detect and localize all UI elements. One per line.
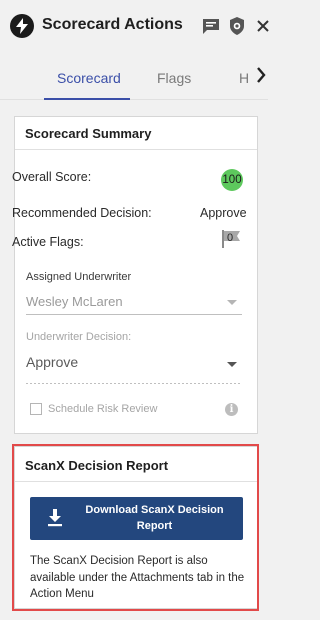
decision-label: Underwriter Decision: (26, 331, 132, 343)
decision-select[interactable]: Approve (26, 354, 78, 370)
underwriter-label: Assigned Underwriter (26, 271, 132, 283)
decision-underline (26, 383, 242, 384)
download-report-button[interactable]: Download ScanX Decision Report (30, 497, 243, 540)
app-header: Scorecard Actions (0, 0, 269, 56)
schedule-risk-checkbox[interactable] (30, 403, 42, 415)
bolt-logo-icon (10, 14, 34, 38)
schedule-risk-label: Schedule Risk Review (48, 403, 158, 415)
overall-score-label: Overall Score: (12, 170, 92, 184)
shield-icon[interactable] (226, 15, 248, 37)
score-badge: 100 (221, 169, 243, 191)
chevron-right-icon[interactable] (256, 66, 266, 89)
card-title: Scorecard Summary (25, 126, 152, 141)
recommended-decision-label: Recommended Decision: (12, 206, 152, 220)
active-flags-count: 0 (227, 232, 234, 244)
divider (15, 149, 257, 150)
tab-scorecard[interactable]: Scorecard (57, 70, 121, 86)
tab-bar: Scorecard Flags H (0, 56, 268, 100)
recommended-decision-value: Approve (200, 206, 247, 220)
tab-history[interactable]: H (239, 70, 249, 86)
close-icon[interactable] (252, 15, 274, 37)
info-icon[interactable]: i (225, 403, 238, 416)
download-icon (48, 509, 62, 527)
chevron-down-icon[interactable] (227, 362, 237, 367)
report-note: The ScanX Decision Report is also availa… (30, 555, 245, 600)
chat-icon[interactable] (200, 15, 222, 37)
underwriter-underline (26, 314, 242, 315)
chevron-down-icon[interactable] (227, 300, 237, 305)
active-tab-indicator (44, 98, 130, 100)
tab-flags[interactable]: Flags (157, 70, 191, 86)
underwriter-select[interactable]: Wesley McLaren (26, 294, 123, 309)
app-title: Scorecard Actions (42, 16, 183, 33)
active-flags-label: Active Flags: (12, 235, 84, 249)
download-button-label: Download ScanX Decision Report (85, 504, 224, 532)
